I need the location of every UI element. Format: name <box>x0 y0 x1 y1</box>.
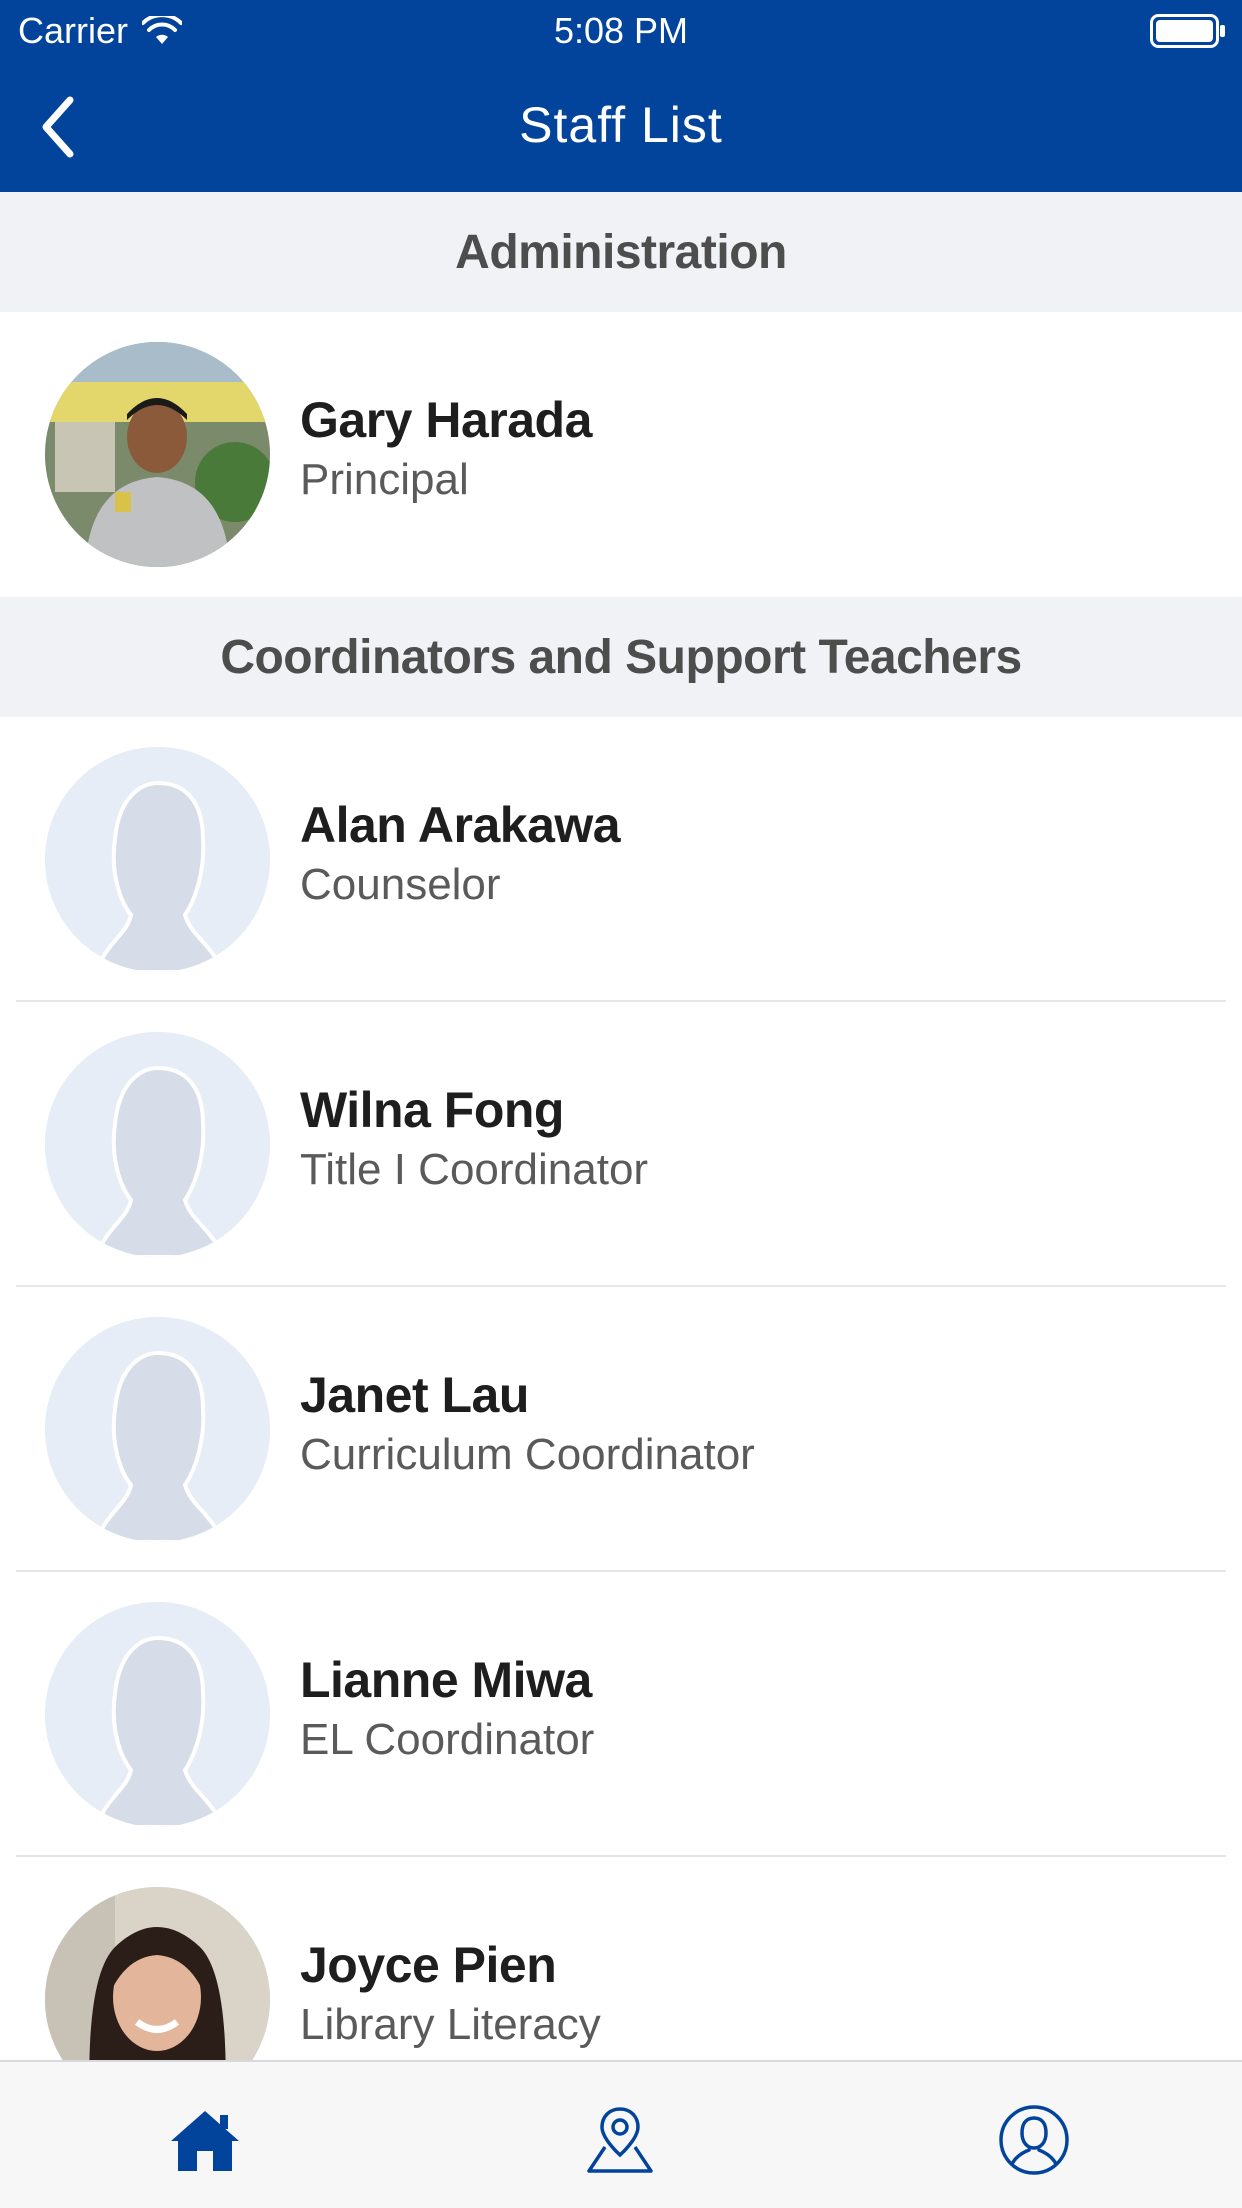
staff-row-alan-arakawa[interactable]: Alan Arakawa Counselor <box>0 717 1242 1002</box>
home-icon <box>171 2111 239 2171</box>
avatar-placeholder-icon <box>45 1317 270 1542</box>
tab-bar <box>0 2060 1242 2208</box>
section-header-coordinators: Coordinators and Support Teachers <box>0 597 1242 717</box>
person-silhouette-icon <box>45 1317 270 1542</box>
avatar-placeholder-icon <box>45 747 270 972</box>
person-photo <box>45 1887 270 2060</box>
staff-name: Janet Lau <box>300 1367 529 1423</box>
avatar-photo <box>45 342 270 567</box>
avatar-placeholder-icon <box>45 1602 270 1827</box>
tab-profile[interactable] <box>994 2100 1074 2180</box>
map-pin-icon <box>587 2107 653 2173</box>
person-silhouette-icon <box>45 1602 270 1827</box>
person-photo <box>45 342 270 567</box>
staff-row-joyce-pien[interactable]: Joyce Pien Library Literacy <box>0 1857 1242 2060</box>
staff-role: EL Coordinator <box>300 1715 595 1764</box>
staff-row-wilna-fong[interactable]: Wilna Fong Title I Coordinator <box>0 1002 1242 1287</box>
avatar-photo <box>45 1887 270 2060</box>
person-silhouette-icon <box>45 1032 270 1257</box>
page-title: Staff List <box>519 97 723 153</box>
tab-map[interactable] <box>580 2100 660 2180</box>
profile-icon <box>999 2105 1069 2175</box>
staff-role: Title I Coordinator <box>300 1145 649 1194</box>
staff-row-gary-harada[interactable]: Gary Harada Principal <box>0 312 1242 597</box>
navigation-header: Carrier 5:08 PM Staff List <box>0 0 1242 192</box>
staff-role: Library Literacy <box>300 2000 601 2049</box>
person-silhouette-icon <box>45 747 270 972</box>
section-header-administration: Administration <box>0 192 1242 312</box>
staff-role: Curriculum Coordinator <box>300 1430 755 1479</box>
staff-role: Principal <box>300 455 469 504</box>
battery-icon <box>1150 14 1225 48</box>
staff-name: Gary Harada <box>300 392 592 448</box>
staff-name: Alan Arakawa <box>300 797 621 853</box>
status-time: 5:08 PM <box>553 10 689 51</box>
staff-list: Administration Gary Harada Principal Coo… <box>0 192 1242 2060</box>
avatar-placeholder-icon <box>45 1032 270 1257</box>
staff-row-janet-lau[interactable]: Janet Lau Curriculum Coordinator <box>0 1287 1242 1572</box>
tab-home[interactable] <box>165 2100 245 2180</box>
staff-name: Joyce Pien <box>300 1937 557 1993</box>
staff-role: Counselor <box>300 860 501 909</box>
staff-name: Wilna Fong <box>300 1082 564 1138</box>
staff-row-lianne-miwa[interactable]: Lianne Miwa EL Coordinator <box>0 1572 1242 1857</box>
staff-name: Lianne Miwa <box>300 1652 592 1708</box>
